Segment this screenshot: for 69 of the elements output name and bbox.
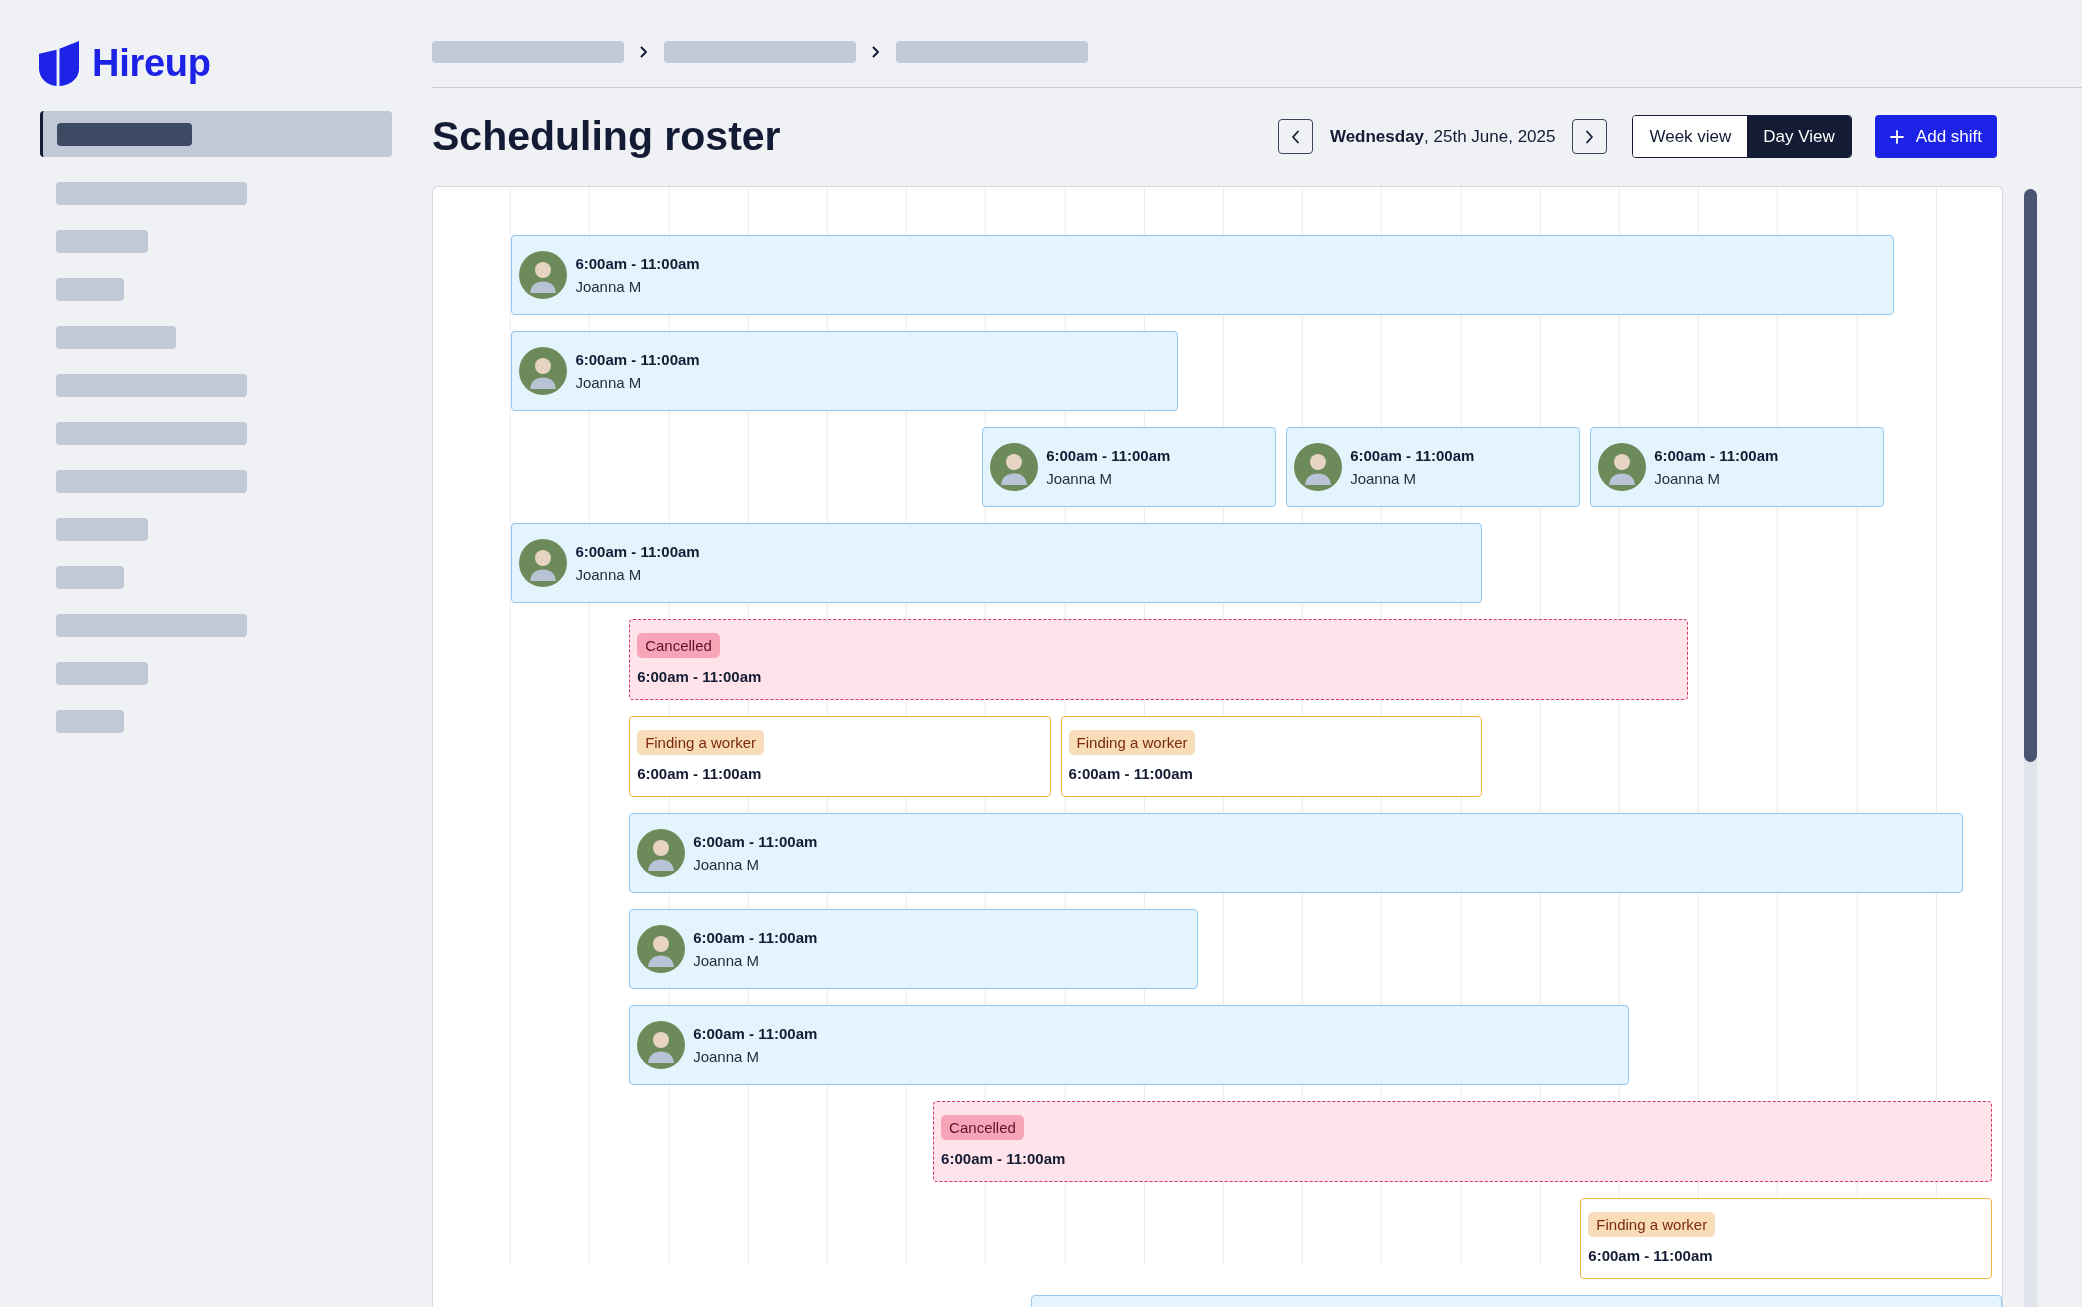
shift-time: 6:00am - 11:00am	[1654, 446, 1779, 465]
avatar-icon	[519, 347, 568, 395]
avatar-icon	[637, 829, 686, 877]
shift-card[interactable]: 6:00am - 11:00am Joanna M	[629, 909, 1198, 989]
shift-time: 6:00am - 11:00am	[575, 350, 700, 369]
scrollbar-thumb[interactable]	[2024, 189, 2037, 762]
shift-card[interactable]: Cancelled 6:00am - 11:00am	[933, 1101, 1993, 1182]
previous-day-button[interactable]	[1277, 119, 1313, 154]
shift-time: 6:00am - 11:00am	[693, 832, 818, 851]
breadcrumb-item[interactable]	[896, 41, 1088, 63]
brand-name: Hireup	[92, 44, 211, 82]
shift-time: 6:00am - 11:00am	[941, 1150, 1066, 1168]
avatar-icon	[637, 925, 686, 973]
status-badge: Cancelled	[637, 633, 720, 658]
worker-name: Joanna M	[1046, 469, 1113, 488]
next-day-button[interactable]	[1572, 119, 1608, 154]
shield-logo-icon	[39, 40, 80, 86]
shift-card[interactable]: 6:00am - 11:00am Joanna M	[629, 813, 1963, 893]
chevron-right-icon	[872, 46, 880, 58]
breadcrumb-item[interactable]	[664, 41, 856, 63]
worker-name: Joanna M	[693, 855, 760, 874]
chevron-right-icon	[1585, 129, 1595, 144]
status-badge: Finding a worker	[1588, 1212, 1716, 1237]
shift-card[interactable]: 6:00am - 11:00am Joanna M	[511, 331, 1179, 411]
add-shift-button[interactable]: Add shift	[1874, 115, 1997, 158]
shift-time: 6:00am - 11:00am	[637, 668, 762, 686]
shift-time: 6:00am - 11:00am	[637, 765, 762, 783]
shift-card[interactable]: 6:00am - 11:00am Joanna M	[982, 427, 1277, 507]
shift-time: 6:00am - 11:00am	[1350, 446, 1475, 465]
worker-name: Joanna M	[693, 1047, 760, 1066]
view-option-button[interactable]: Day View	[1747, 116, 1851, 157]
status-badge: Finding a worker	[637, 730, 764, 755]
avatar-icon	[519, 251, 568, 299]
shift-card[interactable]: 6:00am - 11:00am Joanna M	[629, 1005, 1630, 1085]
shift-time: 6:00am - 11:00am	[1068, 765, 1193, 783]
breadcrumb-item[interactable]	[432, 41, 624, 63]
worker-name: Joanna M	[693, 951, 760, 970]
shift-time: 6:00am - 11:00am	[575, 542, 700, 561]
sidebar-item[interactable]	[40, 111, 392, 157]
plus-icon	[1889, 129, 1904, 144]
shift-time: 6:00am - 11:00am	[693, 928, 818, 947]
shift-card[interactable]: Finding a worker 6:00am - 11:00am	[1060, 716, 1483, 797]
shift-time: 6:00am - 11:00am	[1046, 446, 1171, 465]
chevron-left-icon	[1290, 129, 1300, 144]
shift-card[interactable]: Finding a worker 6:00am - 11:00am	[1580, 1198, 1993, 1279]
shift-card[interactable]: 6:00am - 11:00am Joanna M	[511, 235, 1895, 315]
worker-name: Joanna M	[1350, 469, 1417, 488]
shift-time: 6:00am - 11:00am	[1588, 1247, 1713, 1265]
worker-name: Joanna M	[575, 277, 643, 296]
avatar-icon	[637, 1021, 686, 1069]
date-label: Wednesday, 25th June, 2025	[1329, 126, 1556, 147]
status-badge: Finding a worker	[1068, 730, 1196, 755]
shift-time: 6:00am - 11:00am	[693, 1024, 818, 1043]
shift-card[interactable]: 6:00am - 11:00am Joanna M	[1590, 427, 1885, 507]
avatar-icon	[1294, 443, 1343, 491]
shift-card[interactable]: 6:00am - 11:00am Joanna M	[511, 523, 1483, 603]
shift-card[interactable]: Finding a worker 6:00am - 11:00am	[629, 716, 1051, 797]
worker-name: Joanna M	[575, 565, 643, 584]
shift-card[interactable]: 6:00am - 11:00am Joanna M	[1286, 427, 1581, 507]
shift-time: 6:00am - 11:00am	[575, 254, 700, 273]
chevron-right-icon	[640, 46, 648, 58]
worker-name: Joanna M	[1654, 469, 1721, 488]
avatar-icon	[990, 443, 1039, 491]
status-badge: Cancelled	[941, 1115, 1024, 1140]
avatar-icon	[519, 539, 568, 587]
worker-name: Joanna M	[575, 373, 643, 392]
avatar-icon	[1598, 443, 1647, 491]
page-title: Scheduling roster	[432, 116, 782, 157]
shift-card[interactable]: Cancelled 6:00am - 11:00am	[629, 619, 1689, 700]
